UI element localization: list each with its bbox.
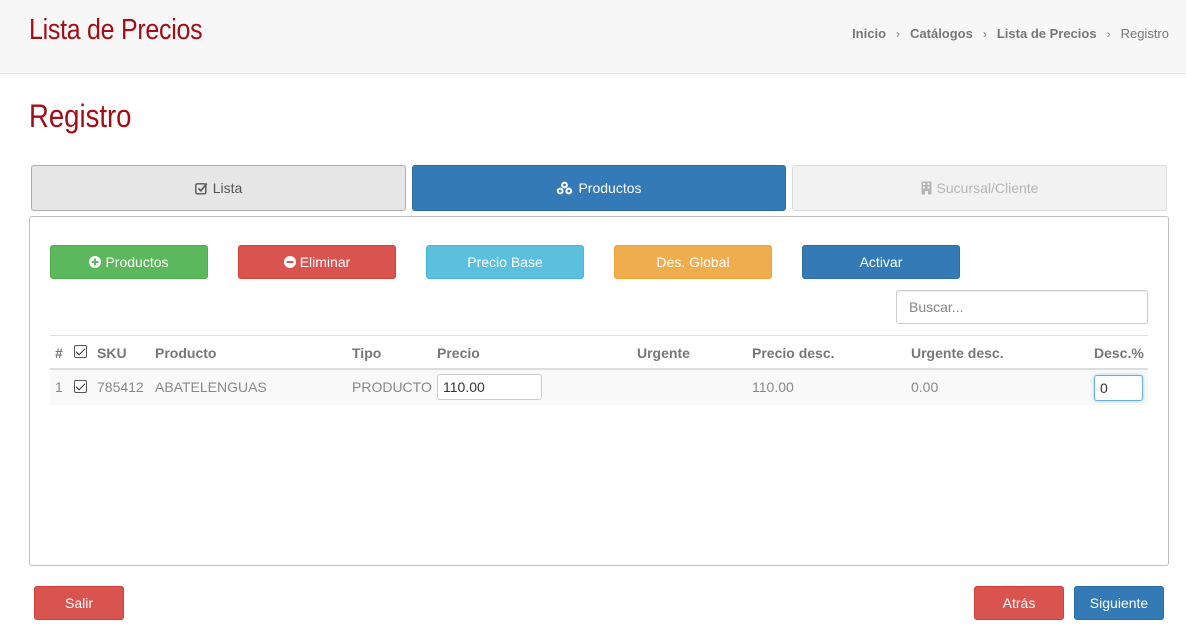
plus-circle-icon	[89, 256, 102, 268]
row-precio-desc: 110.00	[752, 379, 794, 395]
siguiente-button[interactable]: Siguiente	[1074, 586, 1164, 620]
eliminar-label: Eliminar	[299, 254, 351, 270]
col-producto: Producto	[155, 345, 217, 361]
tab-lista[interactable]: Lista	[31, 165, 406, 211]
check-square-icon	[194, 182, 208, 195]
page-header: Lista de Precios Inicio › Catálogos › Li…	[0, 0, 1186, 74]
col-urgente-desc: Urgente desc.	[911, 345, 1004, 361]
tab-lista-label: Lista	[212, 180, 243, 196]
col-desc-pct: Desc.%	[1094, 345, 1144, 361]
col-index: #	[55, 345, 63, 361]
add-productos-label: Productos	[105, 254, 169, 270]
breadcrumb: Inicio › Catálogos › Lista de Precios › …	[852, 26, 1169, 41]
col-tipo: Tipo	[352, 345, 382, 361]
tab-sucursal-label: Sucursal/Cliente	[936, 180, 1039, 196]
row-producto: ABATELENGUAS	[155, 379, 267, 395]
row-tipo: PRODUCTO	[352, 379, 432, 395]
cubes-icon	[556, 181, 573, 195]
search-input[interactable]	[896, 290, 1148, 324]
desc-pct-input[interactable]	[1094, 375, 1143, 401]
des-global-button[interactable]: Des. Global	[614, 245, 772, 279]
page-title: Lista de Precios	[29, 14, 203, 46]
col-sku: SKU	[97, 345, 127, 361]
precio-base-button[interactable]: Precio Base	[426, 245, 584, 279]
breadcrumb-separator: ›	[896, 26, 901, 41]
breadcrumb-current: Registro	[1120, 26, 1169, 41]
table-top-border	[50, 335, 1148, 336]
salir-button[interactable]: Salir	[34, 586, 124, 620]
breadcrumb-separator: ›	[1106, 26, 1111, 41]
productos-panel: Productos Eliminar Precio Base Des. Glob…	[29, 216, 1169, 566]
tab-productos-label: Productos	[578, 180, 642, 196]
tab-sucursal-cliente[interactable]: Sucursal/Cliente	[792, 165, 1167, 211]
eliminar-button[interactable]: Eliminar	[238, 245, 396, 279]
col-precio: Precio	[437, 345, 480, 361]
row-sku: 785412	[97, 379, 144, 395]
row-urgente-desc: 0.00	[911, 379, 939, 395]
col-precio-desc: Precio desc.	[752, 345, 835, 361]
table-row: 1 785412 ABATELENGUAS PRODUCTO 110.00 0.…	[50, 370, 1148, 405]
row-checkbox[interactable]	[74, 380, 87, 393]
breadcrumb-lista-precios[interactable]: Lista de Precios	[997, 26, 1097, 41]
section-title: Registro	[29, 98, 132, 134]
tab-productos[interactable]: Productos	[412, 165, 786, 211]
activar-button[interactable]: Activar	[802, 245, 960, 279]
breadcrumb-inicio[interactable]: Inicio	[852, 26, 886, 41]
building-icon	[921, 181, 932, 195]
select-all-checkbox[interactable]	[74, 345, 87, 358]
add-productos-button[interactable]: Productos	[50, 245, 208, 279]
breadcrumb-catalogos[interactable]: Catálogos	[910, 26, 973, 41]
precio-input[interactable]	[437, 374, 542, 400]
atras-button[interactable]: Atrás	[974, 586, 1064, 620]
col-urgente: Urgente	[637, 345, 690, 361]
row-index: 1	[55, 379, 63, 395]
minus-circle-icon	[283, 256, 296, 268]
breadcrumb-separator: ›	[982, 26, 987, 41]
